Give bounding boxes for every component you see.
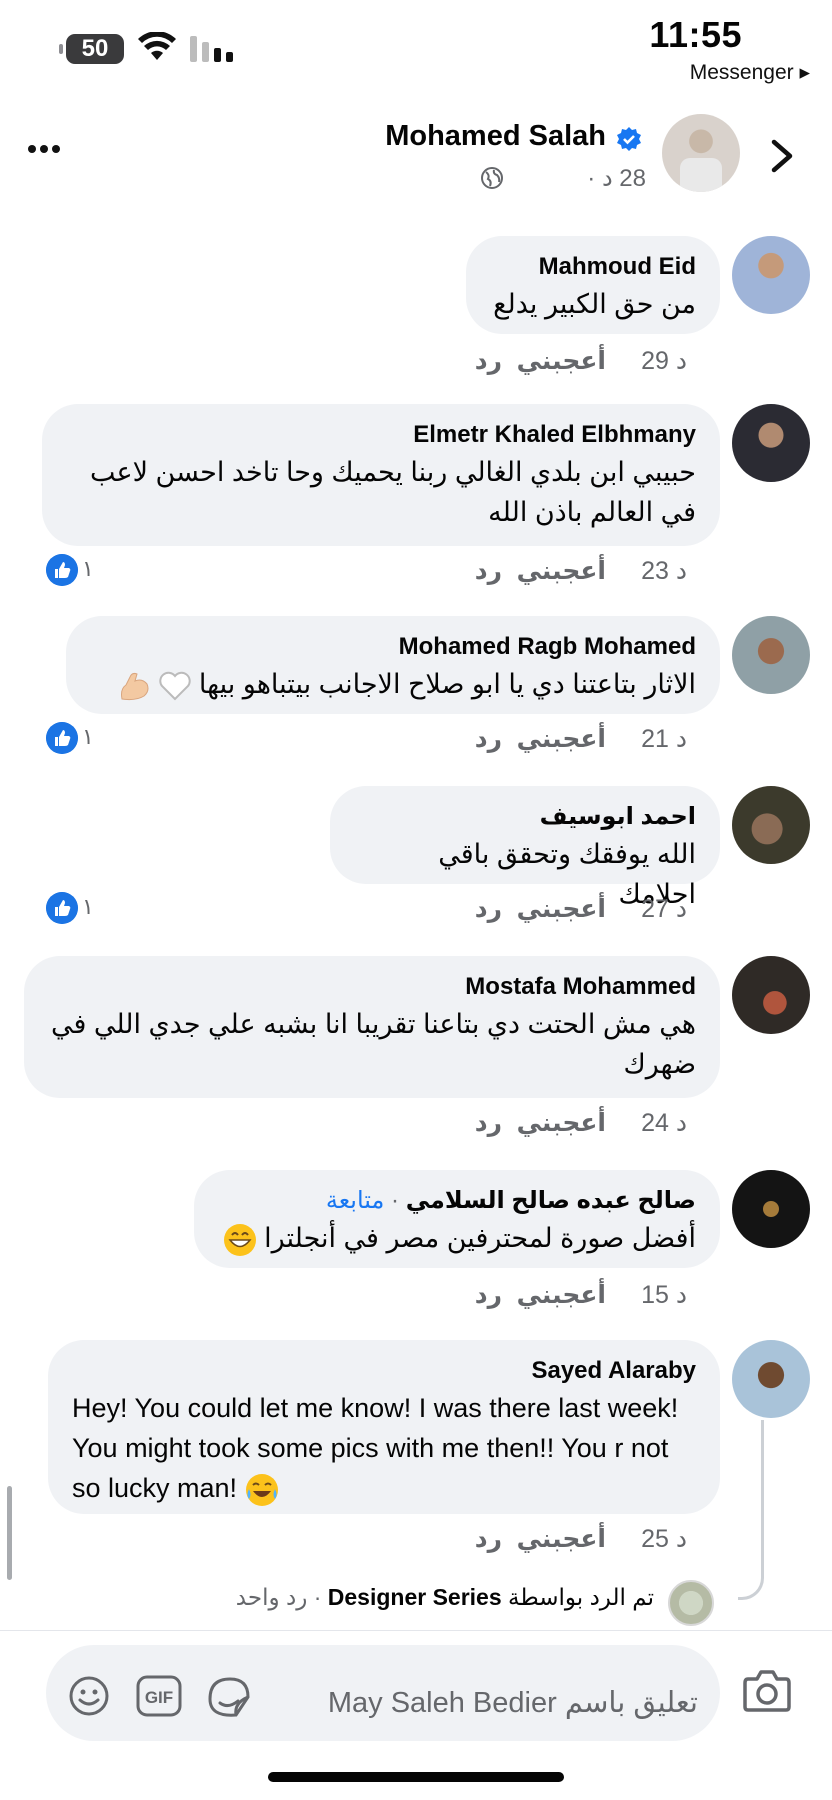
follow-button[interactable]: متابعة — [326, 1187, 385, 1214]
comment-time: 21 د — [641, 725, 687, 753]
comment-actions: 25 د أعجبني رد — [0, 1524, 832, 1560]
globe-icon — [481, 167, 503, 189]
reply-button[interactable]: رد — [475, 346, 502, 376]
chevron-right-icon[interactable] — [770, 138, 794, 174]
post-author-avatar[interactable] — [662, 114, 740, 192]
commenter-avatar[interactable] — [732, 956, 810, 1034]
commenter-name[interactable]: Mohamed Ragb Mohamed — [90, 630, 696, 664]
status-bar: 50 11:55 Messenger ▸ — [0, 0, 832, 96]
comment-text: Hey! You could let me know! I was there … — [72, 1388, 696, 1508]
post-header: Mohamed Salah 28 د · — [0, 100, 832, 210]
camera-icon[interactable] — [742, 1667, 792, 1713]
sticker-icon[interactable] — [206, 1675, 252, 1719]
like-button[interactable]: أعجبني — [517, 724, 606, 754]
post-author-name[interactable]: Mohamed Salah — [385, 120, 644, 153]
comment-input[interactable]: GIF تعليق باسم May Saleh Bedier — [46, 1645, 720, 1741]
comment-text: حبيبي ابن بلدي الغالي ربنا يحميك وحا تاخ… — [90, 457, 696, 527]
home-indicator[interactable] — [268, 1772, 564, 1782]
verified-badge-icon — [617, 127, 641, 151]
comment-bubble[interactable]: احمد ابوسيف الله يوفقك وتحقق باقي احلامك — [330, 786, 720, 909]
like-reaction-icon — [46, 892, 78, 924]
comment-actions: 29 د أعجبني رد — [0, 346, 832, 382]
like-reaction-icon — [46, 722, 78, 754]
commenter-avatar[interactable] — [732, 786, 810, 864]
commenter-name[interactable]: Mostafa Mohammed — [48, 970, 696, 1004]
cellular-signal-icon — [190, 36, 233, 62]
comment-text: الاثار بتاعتنا دي يا ابو صلاح الاجانب بي… — [90, 664, 696, 704]
scroll-indicator[interactable] — [7, 1486, 12, 1580]
commenter-avatar[interactable] — [732, 616, 810, 694]
comment-time: 24 د — [641, 1109, 687, 1137]
comment-text: أفضل صورة لمحترفين مصر في أنجلترا — [218, 1218, 696, 1258]
comment-composer: GIF تعليق باسم May Saleh Bedier — [0, 1630, 832, 1750]
grinning-face-emoji-icon — [223, 1223, 256, 1256]
comment-text: من حق الكبير يدلع — [493, 289, 696, 319]
like-button[interactable]: أعجبني — [517, 1524, 606, 1554]
comment-time: 23 د — [641, 557, 687, 585]
reply-thread-line — [738, 1420, 764, 1600]
like-button[interactable]: أعجبني — [517, 894, 606, 924]
commenter-avatar[interactable] — [732, 1170, 810, 1248]
like-button[interactable]: أعجبني — [517, 1108, 606, 1138]
svg-text:GIF: GIF — [145, 1688, 173, 1707]
battery-indicator: 50 — [59, 34, 124, 64]
comment-time: 25 د — [641, 1525, 687, 1553]
commenter-name[interactable]: صالح عبده صالح السلامي · متابعة — [218, 1184, 696, 1218]
reply-button[interactable]: رد — [475, 1524, 502, 1554]
like-button[interactable]: أعجبني — [517, 346, 606, 376]
reply-button[interactable]: رد — [475, 1108, 502, 1138]
comment-bubble[interactable]: Mostafa Mohammed هي مش الحتت دي بتاعنا ت… — [24, 956, 720, 1098]
comment-bubble[interactable]: صالح عبده صالح السلامي · متابعة أفضل صور… — [194, 1170, 720, 1268]
comment-bubble[interactable]: Sayed Alaraby Hey! You could let me know… — [48, 1340, 720, 1514]
commenter-name[interactable]: Elmetr Khaled Elbhmany — [66, 418, 696, 452]
comment-bubble[interactable]: Mohamed Ragb Mohamed الاثار بتاعتنا دي ي… — [66, 616, 720, 714]
reply-button[interactable]: رد — [475, 724, 502, 754]
like-reaction-icon — [46, 554, 78, 586]
commenter-name[interactable]: Sayed Alaraby — [72, 1354, 696, 1388]
reply-avatar[interactable] — [668, 1580, 714, 1626]
view-replies-link[interactable]: تم الرد بواسطة Designer Series · رد واحد — [236, 1584, 654, 1611]
wifi-icon — [138, 32, 176, 60]
comment-bubble[interactable]: Elmetr Khaled Elbhmany حبيبي ابن بلدي ال… — [42, 404, 720, 546]
back-to-messenger[interactable]: Messenger ▸ — [690, 60, 810, 85]
clock: 11:55 — [649, 14, 742, 55]
like-button[interactable]: أعجبني — [517, 1280, 606, 1310]
gif-icon[interactable]: GIF — [136, 1675, 182, 1717]
commenter-avatar[interactable] — [732, 404, 810, 482]
reply-button[interactable]: رد — [475, 894, 502, 924]
comment-time: 29 د — [641, 347, 687, 375]
like-button[interactable]: أعجبني — [517, 556, 606, 586]
reply-button[interactable]: رد — [475, 556, 502, 586]
comment-placeholder: تعليق باسم May Saleh Bedier — [327, 1687, 698, 1719]
commenter-avatar[interactable] — [732, 1340, 810, 1418]
tears-of-joy-emoji-icon — [245, 1473, 278, 1506]
commenter-avatar[interactable] — [732, 236, 810, 314]
commenter-name[interactable]: Mahmoud Eid — [490, 250, 696, 284]
reply-button[interactable]: رد — [475, 1280, 502, 1310]
comment-bubble[interactable]: Mahmoud Eid من حق الكبير يدلع — [466, 236, 720, 334]
more-options-icon[interactable] — [28, 140, 68, 160]
comment-actions: 27 د أعجبني رد ١ — [0, 892, 832, 930]
white-heart-emoji-icon — [159, 671, 192, 701]
post-time: 28 د · — [587, 165, 646, 192]
comment-text: هي مش الحتت دي بتاعنا تقريبا انا بشبه عل… — [50, 1009, 696, 1079]
flexed-biceps-emoji-icon — [120, 672, 149, 700]
comment-time: 27 د — [641, 895, 687, 923]
comment-actions: 15 د أعجبني رد — [0, 1280, 832, 1316]
comment-actions: 23 د أعجبني رد ١ — [0, 554, 832, 592]
comment-actions: 24 د أعجبني رد — [0, 1108, 832, 1144]
comment-time: 15 د — [641, 1281, 687, 1309]
emoji-icon[interactable] — [68, 1675, 110, 1717]
comment-actions: 21 د أعجبني رد ١ — [0, 722, 832, 760]
commenter-name[interactable]: احمد ابوسيف — [354, 800, 696, 834]
